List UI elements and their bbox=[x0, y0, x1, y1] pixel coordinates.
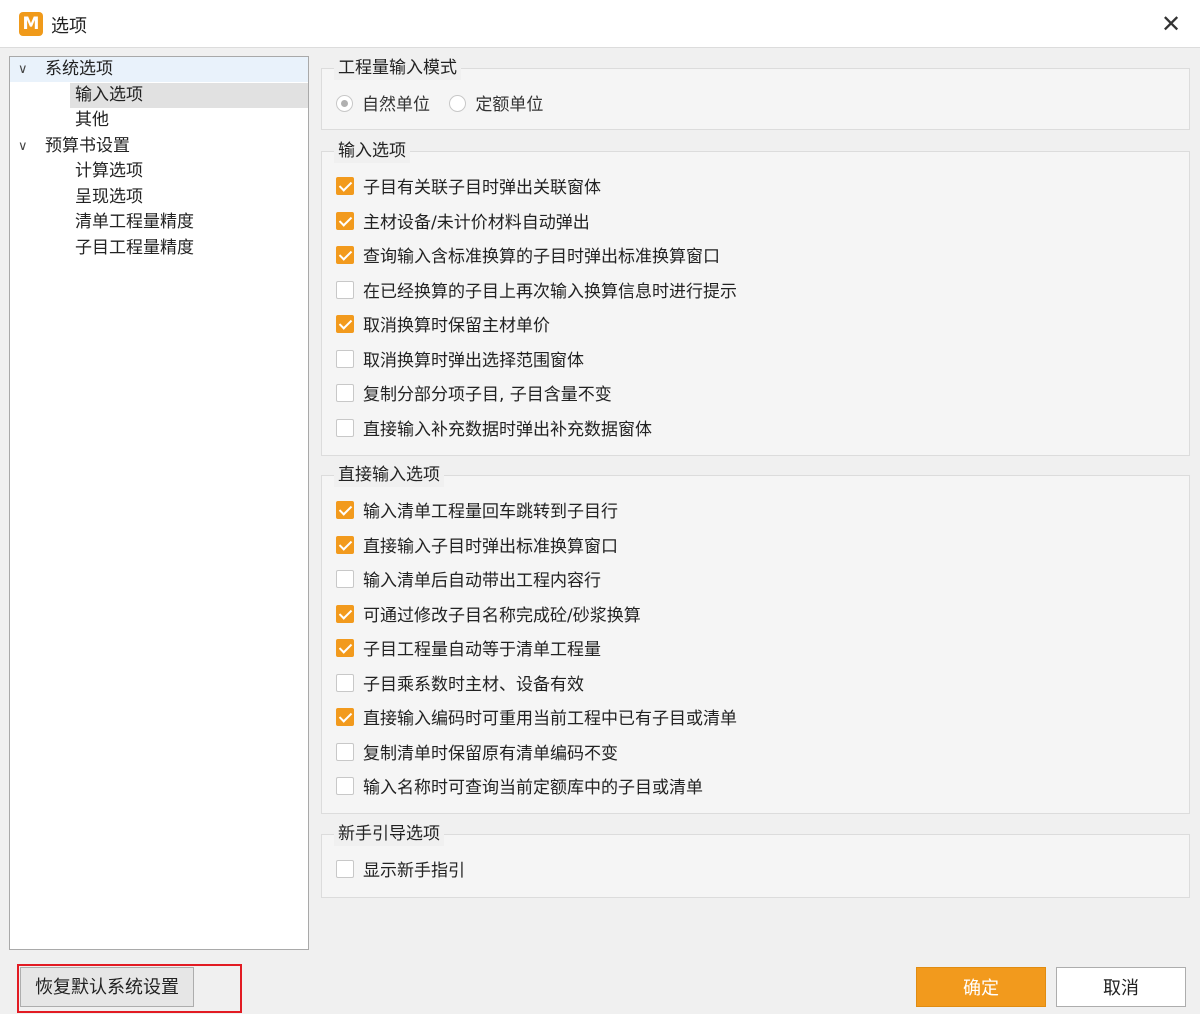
tree-node-label: 呈现选项 bbox=[75, 187, 143, 207]
checkbox[interactable] bbox=[336, 419, 354, 437]
tree-node-label: 系统选项 bbox=[45, 59, 113, 79]
checkbox-row[interactable]: 输入清单工程量回车跳转到子目行 bbox=[336, 500, 618, 524]
radio-natural-unit[interactable] bbox=[336, 94, 353, 112]
chevron-down-icon[interactable]: ∨ bbox=[18, 134, 34, 159]
app-logo-icon: M bbox=[19, 12, 43, 36]
guide-options-group: 新手引导选项 显示新手指引 bbox=[321, 822, 1190, 898]
checkbox[interactable] bbox=[336, 384, 354, 402]
tree-node-system-options[interactable]: ∨ 系统选项 bbox=[10, 57, 308, 82]
checkbox[interactable] bbox=[336, 605, 354, 623]
tree-node-display-options[interactable]: 呈现选项 bbox=[70, 185, 308, 210]
group-title: 输入选项 bbox=[334, 139, 410, 163]
quantity-mode-group: 工程量输入模式 自然单位 定额单位 bbox=[321, 56, 1190, 130]
radio-label: 自然单位 bbox=[362, 95, 430, 115]
restore-defaults-button[interactable]: 恢复默认系统设置 bbox=[20, 967, 194, 1007]
checkbox[interactable] bbox=[336, 777, 354, 795]
checkbox-row[interactable]: 查询输入含标准换算的子目时弹出标准换算窗口 bbox=[336, 245, 720, 269]
checkbox-row[interactable]: 子目乘系数时主材、设备有效 bbox=[336, 673, 584, 697]
checkbox-label: 直接输入补充数据时弹出补充数据窗体 bbox=[363, 420, 652, 440]
checkbox-label: 取消换算时保留主材单价 bbox=[363, 316, 550, 336]
cancel-button[interactable]: 取消 bbox=[1056, 967, 1186, 1007]
checkbox[interactable] bbox=[336, 860, 354, 878]
tree-node-calc-options[interactable]: 计算选项 bbox=[70, 159, 308, 184]
checkbox[interactable] bbox=[336, 246, 354, 264]
checkbox-label: 复制分部分项子目, 子目含量不变 bbox=[363, 385, 612, 405]
checkbox[interactable] bbox=[336, 536, 354, 554]
checkbox-row[interactable]: 直接输入编码时可重用当前工程中已有子目或清单 bbox=[336, 707, 737, 731]
tree-node-input-options[interactable]: 输入选项 bbox=[70, 83, 308, 108]
checkbox[interactable] bbox=[336, 570, 354, 588]
checkbox-label: 输入清单后自动带出工程内容行 bbox=[363, 571, 601, 591]
tree-node-item-precision[interactable]: 子目工程量精度 bbox=[70, 236, 308, 261]
checkbox-label: 可通过修改子目名称完成砼/砂浆换算 bbox=[363, 606, 641, 626]
checkbox[interactable] bbox=[336, 212, 354, 230]
checkbox-label: 输入清单工程量回车跳转到子目行 bbox=[363, 502, 618, 522]
checkbox-row[interactable]: 输入名称时可查询当前定额库中的子目或清单 bbox=[336, 776, 703, 800]
checkbox-label: 查询输入含标准换算的子目时弹出标准换算窗口 bbox=[363, 247, 720, 267]
checkbox-row[interactable]: 复制分部分项子目, 子目含量不变 bbox=[336, 383, 612, 407]
title-bar: M 选项 ✕ bbox=[0, 0, 1200, 48]
checkbox-row[interactable]: 直接输入补充数据时弹出补充数据窗体 bbox=[336, 418, 652, 442]
checkbox-row[interactable]: 显示新手指引 bbox=[336, 859, 465, 883]
window-title: 选项 bbox=[51, 16, 87, 37]
tree-node-list-precision[interactable]: 清单工程量精度 bbox=[70, 210, 308, 235]
checkbox-label: 子目工程量自动等于清单工程量 bbox=[363, 640, 601, 660]
checkbox-row[interactable]: 直接输入子目时弹出标准换算窗口 bbox=[336, 535, 618, 559]
group-title: 工程量输入模式 bbox=[334, 56, 461, 80]
checkbox-label: 在已经换算的子目上再次输入换算信息时进行提示 bbox=[363, 282, 737, 302]
checkbox-row[interactable]: 取消换算时保留主材单价 bbox=[336, 314, 550, 338]
checkbox-label: 直接输入编码时可重用当前工程中已有子目或清单 bbox=[363, 709, 737, 729]
radio-label: 定额单位 bbox=[475, 95, 544, 115]
checkbox-label: 主材设备/未计价材料自动弹出 bbox=[363, 213, 590, 233]
checkbox-label: 取消换算时弹出选择范围窗体 bbox=[363, 351, 584, 371]
checkbox[interactable] bbox=[336, 501, 354, 519]
options-tree: ∨ 系统选项 输入选项 其他 ∨ 预算书设置 计算选项 呈现选项 清单工程量精度… bbox=[9, 56, 309, 950]
mode-radio-row: 自然单位 定额单位 bbox=[336, 93, 557, 117]
checkbox[interactable] bbox=[336, 674, 354, 692]
ok-button[interactable]: 确定 bbox=[916, 967, 1046, 1007]
checkbox[interactable] bbox=[336, 743, 354, 761]
tree-node-label: 预算书设置 bbox=[45, 136, 130, 156]
checkbox-label: 输入名称时可查询当前定额库中的子目或清单 bbox=[363, 778, 703, 798]
checkbox-label: 直接输入子目时弹出标准换算窗口 bbox=[363, 537, 618, 557]
tree-node-label: 其他 bbox=[75, 110, 109, 130]
checkbox-label: 显示新手指引 bbox=[363, 861, 465, 881]
checkbox[interactable] bbox=[336, 350, 354, 368]
direct-input-options-group: 直接输入选项 输入清单工程量回车跳转到子目行 直接输入子目时弹出标准换算窗口 输… bbox=[321, 463, 1190, 814]
chevron-down-icon[interactable]: ∨ bbox=[18, 57, 34, 82]
checkbox-label: 子目有关联子目时弹出关联窗体 bbox=[363, 178, 601, 198]
tree-node-label: 清单工程量精度 bbox=[75, 212, 194, 232]
tree-node-label: 输入选项 bbox=[75, 85, 143, 105]
checkbox-row[interactable]: 子目工程量自动等于清单工程量 bbox=[336, 638, 601, 662]
checkbox-row[interactable]: 输入清单后自动带出工程内容行 bbox=[336, 569, 601, 593]
radio-quota-unit[interactable] bbox=[449, 94, 467, 112]
checkbox[interactable] bbox=[336, 281, 354, 299]
group-title: 新手引导选项 bbox=[334, 822, 444, 846]
checkbox-row[interactable]: 主材设备/未计价材料自动弹出 bbox=[336, 211, 590, 235]
checkbox-row[interactable]: 子目有关联子目时弹出关联窗体 bbox=[336, 176, 601, 200]
checkbox-row[interactable]: 在已经换算的子目上再次输入换算信息时进行提示 bbox=[336, 280, 737, 304]
tree-node-label: 子目工程量精度 bbox=[75, 238, 194, 258]
tree-node-other[interactable]: 其他 bbox=[70, 108, 308, 133]
input-options-group: 输入选项 子目有关联子目时弹出关联窗体 主材设备/未计价材料自动弹出 查询输入含… bbox=[321, 139, 1190, 456]
checkbox-row[interactable]: 可通过修改子目名称完成砼/砂浆换算 bbox=[336, 604, 641, 628]
tree-node-budget-settings[interactable]: ∨ 预算书设置 bbox=[10, 134, 308, 159]
close-button[interactable]: ✕ bbox=[1156, 9, 1186, 39]
checkbox[interactable] bbox=[336, 177, 354, 195]
checkbox-label: 复制清单时保留原有清单编码不变 bbox=[363, 744, 618, 764]
checkbox-row[interactable]: 复制清单时保留原有清单编码不变 bbox=[336, 742, 618, 766]
checkbox[interactable] bbox=[336, 315, 354, 333]
checkbox[interactable] bbox=[336, 639, 354, 657]
group-title: 直接输入选项 bbox=[334, 463, 444, 487]
tree-node-label: 计算选项 bbox=[75, 161, 143, 181]
close-icon: ✕ bbox=[1160, 10, 1182, 38]
checkbox[interactable] bbox=[336, 708, 354, 726]
checkbox-label: 子目乘系数时主材、设备有效 bbox=[363, 675, 584, 695]
checkbox-row[interactable]: 取消换算时弹出选择范围窗体 bbox=[336, 349, 584, 373]
